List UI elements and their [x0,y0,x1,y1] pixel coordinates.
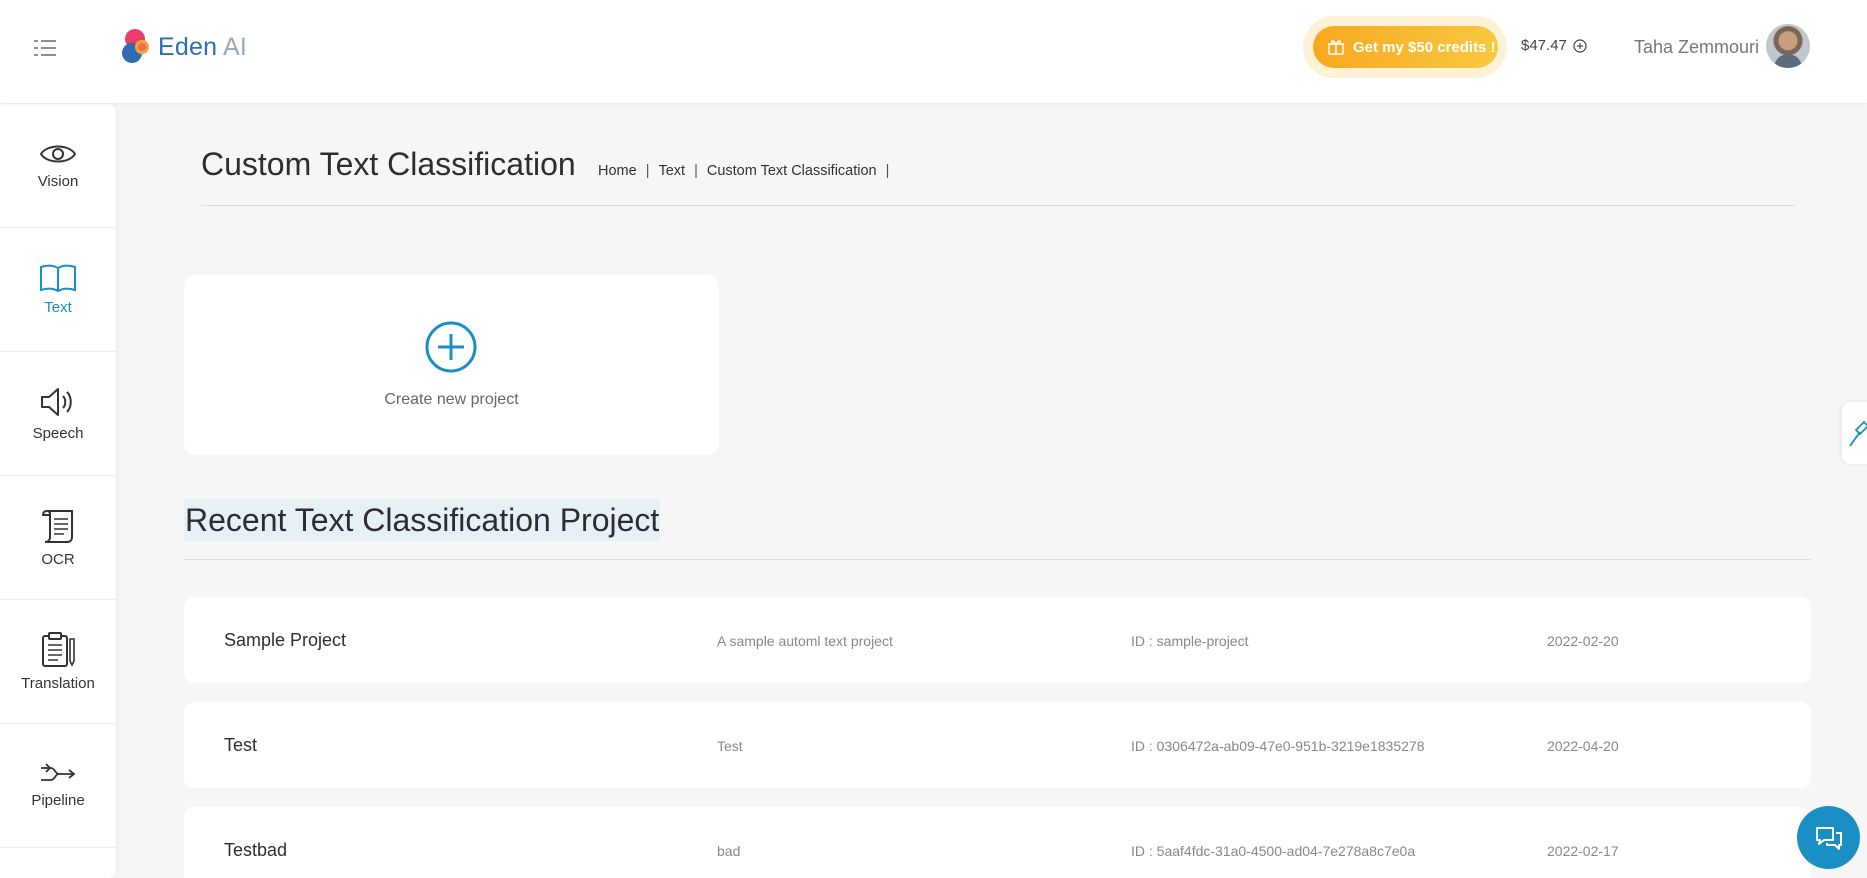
scroll-icon [41,510,73,543]
recent-divider [184,559,1811,560]
pipeline-icon [41,763,76,781]
project-name: Test [224,735,258,755]
user-name[interactable]: Taha Zemmouri [1634,37,1759,58]
breadcrumb-home[interactable]: Home [598,163,637,179]
sidebar: Vision Text Speech OCR Translation Pipel… [0,104,116,878]
book-icon [40,264,76,293]
project-row[interactable]: Test Test ID : 0306472a-ab09-47e0-951b-3… [184,702,1811,788]
sidebar-item-translation[interactable]: Translation [0,600,116,724]
avatar[interactable] [1766,24,1810,68]
logo-text: Eden AI [158,32,247,61]
project-description: bad [717,843,741,859]
title-divider [201,205,1795,206]
menu-toggle-icon[interactable] [34,38,62,58]
pin-icon [1849,420,1867,447]
breadcrumb-current[interactable]: Custom Text Classification [707,163,877,179]
breadcrumb-separator: | [645,163,650,179]
sidebar-item-text[interactable]: Text [0,228,116,352]
breadcrumb-text[interactable]: Text [658,163,685,179]
sidebar-item-label: Vision [37,173,79,190]
project-id: ID : sample-project [1131,633,1249,649]
plus-circle-icon[interactable] [425,321,477,373]
chat-bubbles-icon [1815,826,1842,850]
speaker-icon [41,388,72,416]
project-row[interactable]: Testbad bad ID : 5aaf4fdc-31a0-4500-ad04… [184,807,1811,878]
project-name: Sample Project [224,630,347,650]
sidebar-item-speech[interactable]: Speech [0,352,116,476]
sidebar-item-label: Text [44,299,72,316]
logo-mark-icon [122,29,149,63]
page-title: Custom Text Classification [201,146,576,182]
project-date: 2022-02-17 [1547,843,1619,859]
breadcrumb: Home | Text | Custom Text Classification… [598,163,898,179]
sidebar-item-vision[interactable]: Vision [0,104,116,228]
create-project-label: Create new project [384,391,519,408]
add-funds-icon[interactable] [1573,38,1587,53]
sidebar-item-pipeline[interactable]: Pipeline [0,724,116,848]
chat-support-button[interactable] [1797,806,1860,869]
sidebar-item-label: OCR [41,551,75,568]
side-panel-tab[interactable] [1842,402,1867,464]
project-description: Test [717,738,743,754]
get-credits-button[interactable]: Get my $50 credits ! [1313,26,1498,68]
eye-icon [39,145,77,163]
project-date: 2022-02-20 [1547,633,1619,649]
balance-value: $47.47 [1521,37,1567,54]
clipboard-icon [42,632,75,667]
breadcrumb-separator: | [694,163,698,179]
project-id: ID : 5aaf4fdc-31a0-4500-ad04-7e278a8c7e0… [1131,843,1416,859]
create-project-card[interactable]: Create new project [184,275,719,455]
top-header: Eden AI Get my $50 credits ! $47.47 Taha… [0,0,1867,103]
breadcrumb-separator: | [885,163,890,179]
recent-projects-heading: Recent Text Classification Project [184,499,661,541]
project-description: A sample automl text project [717,633,893,649]
sidebar-item-label: Pipeline [31,792,85,809]
gift-icon [1328,40,1344,55]
project-row[interactable]: Sample Project A sample automl text proj… [184,597,1811,683]
account-balance[interactable]: $47.47 [1521,37,1587,54]
get-credits-label: Get my $50 credits ! [1353,38,1496,56]
sidebar-item-label: Speech [32,425,84,442]
eden-ai-logo[interactable]: Eden AI [120,27,247,67]
project-date: 2022-04-20 [1547,738,1619,754]
project-name: Testbad [224,840,288,860]
credits-button-halo: Get my $50 credits ! [1303,16,1507,78]
sidebar-item-ocr[interactable]: OCR [0,476,116,600]
project-id: ID : 0306472a-ab09-47e0-951b-3219e183527… [1131,738,1425,754]
sidebar-item-label: Translation [21,675,95,692]
